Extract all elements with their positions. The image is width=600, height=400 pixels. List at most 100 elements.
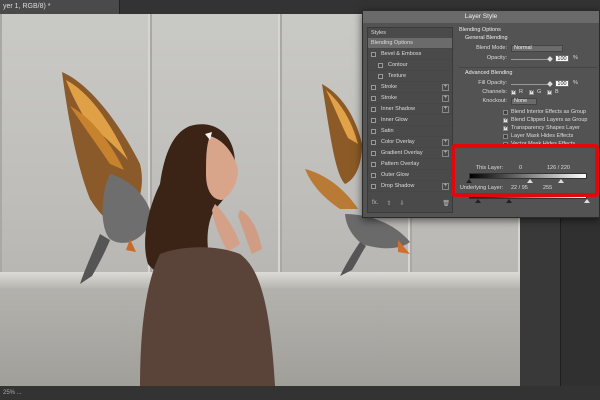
add-style-icon[interactable]: + bbox=[442, 139, 449, 146]
opacity-label: Opacity: bbox=[486, 55, 507, 61]
dialog-title: Layer Style bbox=[464, 13, 498, 20]
style-checkbox[interactable] bbox=[378, 63, 383, 68]
styles-footer: fx. ⇧ ⇩ 🗑 bbox=[370, 200, 452, 210]
style-item[interactable]: Gradient Overlay + bbox=[368, 148, 452, 159]
underlying-black-split-slider-right[interactable] bbox=[506, 199, 512, 203]
advanced-option-checkbox[interactable] bbox=[503, 134, 508, 139]
style-item-label: Bevel & Emboss bbox=[381, 51, 422, 57]
advanced-option-label: Transparency Shapes Layer bbox=[511, 125, 580, 131]
advanced-option-checkbox[interactable] bbox=[503, 117, 508, 123]
channels-label: Channels: bbox=[482, 89, 507, 95]
style-checkbox[interactable] bbox=[371, 184, 376, 189]
styles-header: Styles bbox=[371, 30, 386, 36]
style-item[interactable]: Stroke + bbox=[368, 82, 452, 93]
style-item[interactable]: Bevel & Emboss bbox=[368, 49, 452, 60]
fill-opacity-percent: % bbox=[573, 80, 578, 86]
knockout-value: None bbox=[514, 98, 528, 104]
underlying-black-split-slider-left[interactable] bbox=[475, 199, 481, 203]
fill-opacity-input[interactable]: 100 bbox=[555, 80, 569, 87]
red-highlight-box bbox=[451, 144, 599, 197]
style-item[interactable]: Inner Glow bbox=[368, 115, 452, 126]
style-checkbox[interactable] bbox=[371, 85, 376, 90]
section-divider bbox=[459, 67, 597, 68]
style-checkbox[interactable] bbox=[378, 74, 383, 79]
blend-mode-value: Normal bbox=[514, 45, 532, 51]
fill-opacity-row: Fill Opacity: 100 % bbox=[459, 80, 597, 88]
advanced-option-label: Layer Mask Hides Effects bbox=[511, 133, 574, 139]
channel-g-checkbox[interactable] bbox=[529, 89, 534, 95]
style-item[interactable]: Contour bbox=[368, 60, 452, 71]
advanced-option-checkbox[interactable] bbox=[503, 125, 508, 131]
style-item-label: Blending Options bbox=[371, 40, 413, 46]
knockout-row: Knockout: None bbox=[459, 98, 597, 106]
style-item-label: Drop Shadow bbox=[381, 183, 415, 189]
channels-row: Channels: R G B bbox=[459, 89, 597, 97]
add-style-icon[interactable]: + bbox=[442, 84, 449, 91]
style-item[interactable]: Pattern Overlay bbox=[368, 159, 452, 170]
style-item[interactable]: Outer Glow bbox=[368, 170, 452, 181]
knockout-select[interactable]: None bbox=[511, 98, 537, 105]
underlying-white-slider[interactable] bbox=[584, 199, 590, 203]
style-checkbox[interactable] bbox=[371, 140, 376, 145]
opacity-slider[interactable] bbox=[511, 59, 551, 60]
style-item-label: Stroke bbox=[381, 84, 397, 90]
fill-opacity-slider-thumb[interactable] bbox=[547, 81, 553, 87]
fill-opacity-label: Fill Opacity: bbox=[478, 80, 507, 86]
style-item-label: Texture bbox=[388, 73, 407, 79]
style-checkbox[interactable] bbox=[371, 96, 376, 101]
add-style-icon[interactable]: + bbox=[442, 95, 449, 102]
fill-opacity-slider[interactable] bbox=[511, 84, 551, 85]
channel-g-label: G bbox=[537, 89, 542, 95]
style-items: Blending Options Bevel & Emboss Contour Tex… bbox=[368, 38, 452, 192]
photoshop-window: yer 1, RGB/8) * 25% ... Layer Style Styl… bbox=[0, 0, 600, 400]
style-item[interactable]: Texture bbox=[368, 71, 452, 82]
advanced-option-checkbox[interactable] bbox=[503, 110, 508, 115]
style-checkbox[interactable] bbox=[371, 129, 376, 134]
add-style-icon[interactable]: + bbox=[442, 106, 449, 113]
add-style-icon[interactable]: + bbox=[442, 150, 449, 157]
general-blending-title: General Blending bbox=[465, 35, 508, 41]
style-item-label: Gradient Overlay bbox=[381, 150, 423, 156]
trash-icon[interactable]: 🗑 bbox=[442, 200, 450, 210]
style-item-label: Satin bbox=[381, 128, 394, 134]
opacity-input[interactable]: 100 bbox=[555, 55, 569, 62]
style-item-label: Outer Glow bbox=[381, 172, 409, 178]
channel-b-checkbox[interactable] bbox=[547, 89, 552, 95]
add-style-icon[interactable]: + bbox=[442, 183, 449, 190]
style-item[interactable]: Color Overlay + bbox=[368, 137, 452, 148]
style-item-label: Stroke bbox=[381, 95, 397, 101]
opacity-slider-thumb[interactable] bbox=[547, 56, 553, 62]
channel-r-label: R bbox=[519, 89, 523, 95]
style-item[interactable]: Stroke + bbox=[368, 93, 452, 104]
style-checkbox[interactable] bbox=[371, 52, 376, 57]
style-checkbox[interactable] bbox=[371, 151, 376, 156]
style-item-label: Inner Glow bbox=[381, 117, 408, 123]
style-checkbox[interactable] bbox=[371, 173, 376, 178]
style-item[interactable]: Satin bbox=[368, 126, 452, 137]
move-down-icon[interactable]: ⇩ bbox=[399, 200, 404, 210]
channel-r-checkbox[interactable] bbox=[511, 89, 516, 95]
blend-mode-select[interactable]: Normal bbox=[511, 45, 563, 52]
styles-list: Styles Blending Options Bevel & Emboss Con… bbox=[367, 27, 453, 213]
style-checkbox[interactable] bbox=[371, 118, 376, 123]
advanced-option-label: Blend Clipped Layers as Group bbox=[511, 117, 588, 123]
opacity-percent: % bbox=[573, 55, 578, 61]
status-text: 25% ... bbox=[3, 390, 22, 396]
document-tab[interactable]: yer 1, RGB/8) * bbox=[0, 0, 120, 14]
opacity-row: Opacity: 100 % bbox=[459, 55, 597, 63]
style-item[interactable]: Blending Options bbox=[368, 38, 452, 49]
dialog-title-bar[interactable]: Layer Style bbox=[363, 11, 599, 23]
fx-icon[interactable]: fx. bbox=[372, 200, 378, 210]
left-bird-image bbox=[62, 72, 152, 284]
style-checkbox[interactable] bbox=[371, 107, 376, 112]
style-checkbox[interactable] bbox=[371, 162, 376, 167]
style-item[interactable]: Drop Shadow + bbox=[368, 181, 452, 192]
style-item-label: Pattern Overlay bbox=[381, 161, 420, 167]
style-item[interactable]: Inner Shadow + bbox=[368, 104, 452, 115]
blending-options-title: Blending Options bbox=[459, 27, 501, 33]
advanced-blending-title: Advanced Blending bbox=[465, 70, 513, 76]
blend-mode-label: Blend Mode: bbox=[476, 45, 507, 51]
move-up-icon[interactable]: ⇧ bbox=[386, 200, 391, 210]
knockout-label: Knockout: bbox=[482, 98, 507, 104]
document-tab-title: yer 1, RGB/8) * bbox=[3, 3, 51, 10]
